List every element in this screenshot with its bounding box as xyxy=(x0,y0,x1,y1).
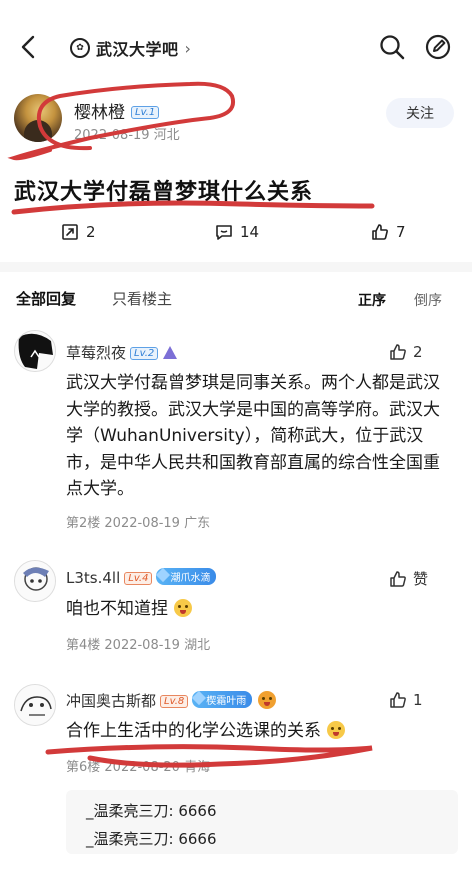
level-badge: Lv.4 xyxy=(124,572,153,585)
thumbs-up-icon xyxy=(390,692,406,708)
game-emoji-icon xyxy=(258,691,277,709)
smiley-emoji-icon xyxy=(327,721,345,739)
reply-username-text: L3ts.4ll xyxy=(66,569,121,587)
thumbs-up-icon xyxy=(390,344,406,360)
like-button[interactable]: 7 xyxy=(370,218,406,246)
follow-button[interactable]: 关注 xyxy=(386,98,454,128)
reply-text-content: 合作上生活中的化学公选课的关系 xyxy=(66,721,321,741)
member-badge: 楔霜叶雨 xyxy=(192,691,253,708)
share-count: 2 xyxy=(86,223,96,241)
reply-item: L3ts.4ll Lv.4 潮爪水滴 赞 咱也不知道捏 第4楼 2022-08-19… xyxy=(0,560,472,660)
comment-icon xyxy=(216,225,232,240)
reply-like-count: 1 xyxy=(413,691,423,709)
edit-icon[interactable] xyxy=(424,33,452,61)
author-name-text: 樱林橙 xyxy=(74,103,125,123)
post-title: 武汉大学付磊曾梦琪什么关系 xyxy=(14,180,314,205)
reply-username-text: 冲国奥古斯都 xyxy=(66,692,157,710)
chevron-right-icon: › xyxy=(184,38,191,58)
sub-reply-item[interactable]: _温柔亮三刀: 6666 xyxy=(86,800,217,821)
sub-reply-item[interactable]: _温柔亮三刀: 6666 xyxy=(86,828,217,849)
reply-like-count: 赞 xyxy=(413,570,429,588)
top-nav-bar: ✿ 武汉大学吧 › xyxy=(0,26,472,68)
reply-like-button[interactable]: 2 xyxy=(388,342,423,362)
reply-username[interactable]: L3ts.4ll Lv.4 潮爪水滴 xyxy=(66,568,217,587)
back-arrow-icon[interactable] xyxy=(14,32,44,62)
sort-desc[interactable]: 倒序 xyxy=(414,290,442,310)
reply-like-count: 2 xyxy=(413,343,423,361)
thumbs-up-icon xyxy=(390,570,406,587)
reply-meta: 第6楼 2022-08-20 青海 xyxy=(66,760,211,775)
tab-owner-only[interactable]: 只看楼主 xyxy=(112,288,172,309)
reply-username[interactable]: 草莓烈夜 Lv.2 xyxy=(66,342,178,363)
post-date-location: 2022-08-19 河北 xyxy=(74,128,180,143)
reply-text-content: 咱也不知道捏 xyxy=(66,599,168,619)
reply-meta: 第4楼 2022-08-19 湖北 xyxy=(66,638,211,653)
tab-all-replies[interactable]: 全部回复 xyxy=(16,288,76,309)
reply-tabs: 全部回复 只看楼主 正序 倒序 xyxy=(0,288,472,314)
reply-text: 合作上生活中的化学公选课的关系 xyxy=(66,718,456,745)
comment-count: 14 xyxy=(240,223,260,241)
smiley-emoji-icon xyxy=(174,599,192,617)
reply-like-button[interactable]: 1 xyxy=(388,690,423,710)
reply-text: 咱也不知道捏 xyxy=(66,596,456,623)
forum-logo-icon: ✿ xyxy=(70,38,90,58)
section-divider xyxy=(0,262,472,272)
member-badge: 潮爪水滴 xyxy=(156,568,217,585)
forum-name: 武汉大学吧 xyxy=(96,40,179,59)
reply-meta: 第2楼 2022-08-19 广东 xyxy=(66,516,211,531)
like-count: 7 xyxy=(396,223,406,241)
reply-item: 冲国奥古斯都 Lv.8 楔霜叶雨 1 合作上生活中的化学公选课的关系 第6楼 202… xyxy=(0,684,472,784)
sort-asc[interactable]: 正序 xyxy=(358,290,386,310)
level-badge: Lv.2 xyxy=(130,347,159,360)
thumbs-up-icon xyxy=(372,224,388,240)
author-name[interactable]: 樱林橙 Lv.1 xyxy=(74,98,160,123)
level-badge: Lv.8 xyxy=(160,695,189,708)
author-avatar[interactable] xyxy=(14,94,62,142)
reply-avatar[interactable] xyxy=(14,560,56,602)
reply-avatar[interactable] xyxy=(14,684,56,726)
reply-username-text: 草莓烈夜 xyxy=(66,344,127,362)
triangle-badge-icon xyxy=(163,346,178,359)
author-level-badge: Lv.1 xyxy=(131,106,160,119)
comment-button[interactable]: 14 xyxy=(214,218,259,246)
reply-text: 武汉大学付磊曾梦琪是同事关系。两个人都是武汉大学的教授。武汉大学是中国的高等学府… xyxy=(66,373,440,499)
share-icon xyxy=(62,224,78,240)
sub-replies: _温柔亮三刀: 6666 _温柔亮三刀: 6666 xyxy=(66,790,458,854)
reply-item: 草莓烈夜 Lv.2 2 武汉大学付磊曾梦琪是同事关系。两个人都是武汉大学的教授。武… xyxy=(0,330,472,531)
reply-username[interactable]: 冲国奥古斯都 Lv.8 楔霜叶雨 xyxy=(66,690,277,711)
share-button[interactable]: 2 xyxy=(60,218,96,246)
search-icon[interactable] xyxy=(378,33,406,61)
reply-avatar[interactable] xyxy=(14,330,56,372)
reply-like-button[interactable]: 赞 xyxy=(388,568,428,589)
post-actions: 2 14 7 xyxy=(0,218,472,246)
post-author: 樱林橙 Lv.1 2022-08-19 河北 关注 xyxy=(14,94,458,150)
forum-link[interactable]: ✿ 武汉大学吧 › xyxy=(70,36,191,60)
